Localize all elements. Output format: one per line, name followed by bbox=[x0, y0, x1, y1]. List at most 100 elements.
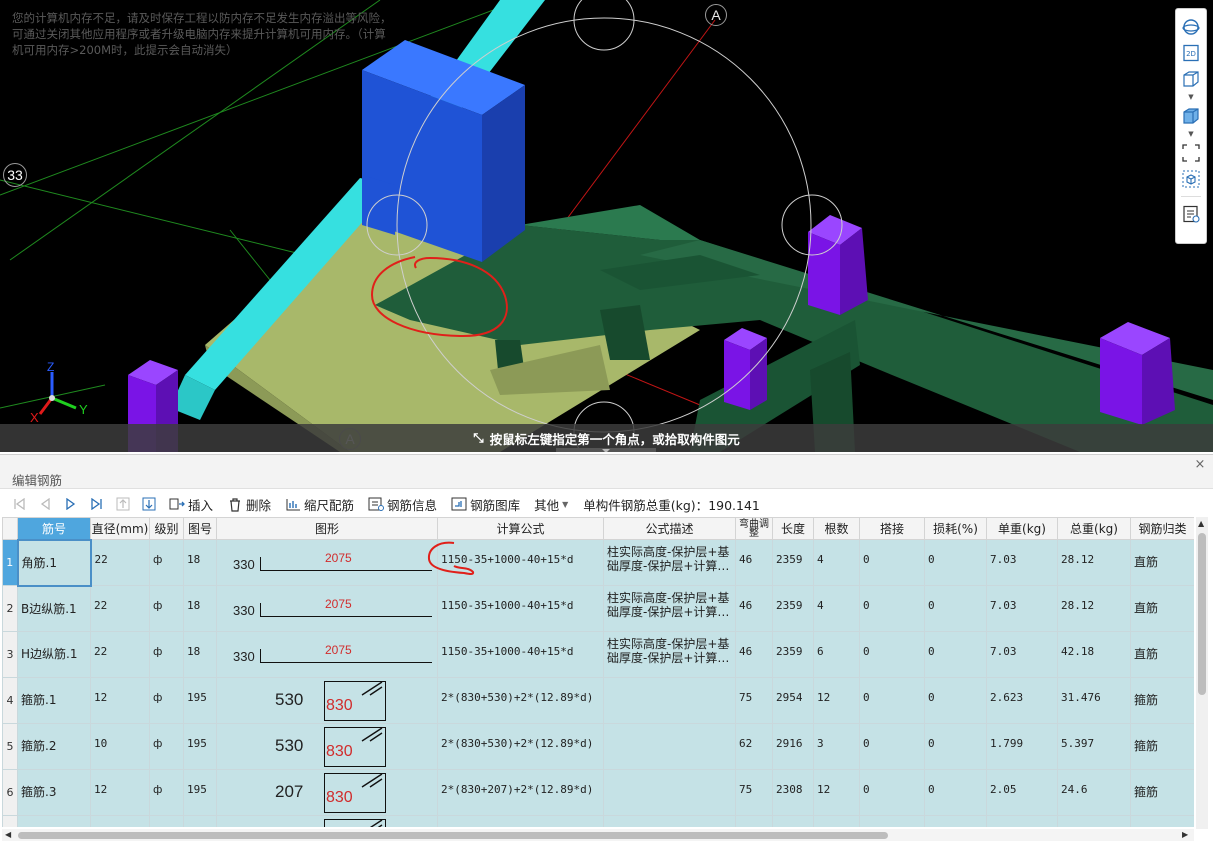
cell-grade[interactable]: ф bbox=[149, 677, 184, 724]
cell-formula[interactable]: 2*(830+207)+2*(12.89*d) bbox=[437, 769, 604, 816]
box-view-icon[interactable] bbox=[1179, 67, 1203, 91]
cell-unit-weight[interactable]: 7.03 bbox=[986, 539, 1058, 586]
cell-unit-weight[interactable]: 1.799 bbox=[986, 723, 1058, 770]
cell-total-weight[interactable]: 28.12 bbox=[1057, 585, 1131, 632]
rebar-library-button[interactable]: 钢筋图库 bbox=[446, 493, 525, 515]
column-header[interactable]: 级别 bbox=[149, 517, 184, 540]
table-row[interactable]: 3 H边纵筋.1 22 ф 18 330 2075 1150-35+1000-40+15*d 柱… bbox=[2, 631, 1194, 678]
table-cell[interactable] bbox=[986, 815, 1058, 827]
next-record-icon[interactable] bbox=[60, 493, 82, 515]
column-header[interactable]: 根数 bbox=[813, 517, 860, 540]
cell-count[interactable]: 4 bbox=[813, 539, 860, 586]
cell-bend-adjust[interactable]: 46 bbox=[735, 539, 773, 586]
table-row[interactable]: 1 角筋.1 22 ф 18 330 2075 1150-35+1000-40+15*d 柱实际… bbox=[2, 538, 1194, 587]
cell-bend-adjust[interactable]: 62 bbox=[735, 723, 773, 770]
cell-total-weight[interactable]: 42.18 bbox=[1057, 631, 1131, 678]
chevron-down-icon[interactable]: ▼ bbox=[1188, 130, 1193, 139]
cell-rebar-name[interactable]: H边纵筋.1 bbox=[17, 631, 91, 678]
table-row[interactable]: 5 箍筋.2 10 ф 195 530 830 2*(830+530)+2*(12.89*d)… bbox=[2, 723, 1194, 770]
cell-bend-adjust[interactable]: 46 bbox=[735, 585, 773, 632]
cell-rebar-name[interactable]: 箍筋.1 bbox=[17, 677, 91, 724]
close-icon[interactable]: × bbox=[1193, 457, 1207, 472]
sphere-view-icon[interactable] bbox=[1179, 15, 1203, 39]
table-cell[interactable] bbox=[183, 815, 217, 827]
cell-formula-desc[interactable]: 柱实际高度-保护层+基础厚度-保护层+计算… bbox=[603, 539, 736, 586]
cell-grade[interactable]: ф bbox=[149, 769, 184, 816]
cell-figure-no[interactable]: 18 bbox=[183, 631, 217, 678]
table-cell[interactable] bbox=[772, 815, 814, 827]
column-header[interactable]: 筋号 bbox=[17, 517, 91, 540]
table-cell[interactable] bbox=[149, 815, 184, 827]
cell-category[interactable]: 直筋 bbox=[1130, 539, 1194, 586]
cell-diameter[interactable]: 22 bbox=[90, 631, 150, 678]
cell-length[interactable]: 2359 bbox=[772, 539, 814, 586]
cell-lap[interactable]: 0 bbox=[859, 585, 925, 632]
cell-figure-no[interactable]: 18 bbox=[183, 539, 217, 586]
cell-figure-no[interactable]: 18 bbox=[183, 585, 217, 632]
cell-lap[interactable]: 0 bbox=[859, 723, 925, 770]
scale-rebar-button[interactable]: 缩尺配筋 bbox=[280, 493, 359, 515]
table-row[interactable] bbox=[2, 815, 1194, 827]
cell-count[interactable]: 6 bbox=[813, 631, 860, 678]
cell-diameter[interactable]: 22 bbox=[90, 585, 150, 632]
2d-view-icon[interactable]: 2D bbox=[1179, 41, 1203, 65]
cell-grade[interactable]: ф bbox=[149, 723, 184, 770]
table-row[interactable]: 2 B边纵筋.1 22 ф 18 330 2075 1150-35+1000-40+15*d 柱… bbox=[2, 585, 1194, 632]
3d-scene[interactable] bbox=[0, 0, 1213, 452]
delete-button[interactable]: 删除 bbox=[222, 493, 276, 515]
cube-solid-icon[interactable] bbox=[1179, 104, 1203, 128]
cell-figure-no[interactable]: 195 bbox=[183, 723, 217, 770]
table-row[interactable]: 6 箍筋.3 12 ф 195 207 830 2*(830+207)+2*(12.89*d)… bbox=[2, 769, 1194, 816]
cell-count[interactable]: 4 bbox=[813, 585, 860, 632]
other-dropdown[interactable]: 其他 ▼ bbox=[529, 493, 573, 515]
table-cell[interactable] bbox=[813, 815, 860, 827]
cell-loss[interactable]: 0 bbox=[924, 585, 987, 632]
cell-count[interactable]: 12 bbox=[813, 677, 860, 724]
cell-shape[interactable]: 530 830 bbox=[216, 723, 438, 770]
cell-category[interactable]: 直筋 bbox=[1130, 585, 1194, 632]
cell-formula-desc[interactable]: 柱实际高度-保护层+基础厚度-保护层+计算… bbox=[603, 585, 736, 632]
cell-lap[interactable]: 0 bbox=[859, 769, 925, 816]
cell-figure-no[interactable]: 195 bbox=[183, 677, 217, 724]
cell-length[interactable]: 2359 bbox=[772, 585, 814, 632]
cell-category[interactable]: 箍筋 bbox=[1130, 677, 1194, 724]
cell-grade[interactable]: ф bbox=[149, 585, 184, 632]
table-row[interactable]: 4 箍筋.1 12 ф 195 530 830 2*(830+530)+2*(12.89*d)… bbox=[2, 677, 1194, 724]
cell-formula-desc[interactable] bbox=[603, 769, 736, 816]
table-cell[interactable] bbox=[603, 815, 736, 827]
cell-unit-weight[interactable]: 7.03 bbox=[986, 631, 1058, 678]
cell-length[interactable]: 2954 bbox=[772, 677, 814, 724]
cell-bend-adjust[interactable]: 75 bbox=[735, 677, 773, 724]
cell-rebar-name[interactable]: 角筋.1 bbox=[16, 538, 92, 587]
move-down-icon[interactable] bbox=[138, 493, 160, 515]
table-cell[interactable] bbox=[1057, 815, 1131, 827]
table-cell[interactable] bbox=[216, 815, 438, 827]
table-cell[interactable] bbox=[437, 815, 604, 827]
cell-bend-adjust[interactable]: 75 bbox=[735, 769, 773, 816]
cell-loss[interactable]: 0 bbox=[924, 723, 987, 770]
cell-unit-weight[interactable]: 7.03 bbox=[986, 585, 1058, 632]
column-header[interactable]: 弯曲调整 bbox=[735, 517, 773, 540]
cell-diameter[interactable]: 12 bbox=[90, 769, 150, 816]
cell-formula[interactable]: 2*(830+530)+2*(12.89*d) bbox=[437, 677, 604, 724]
cell-loss[interactable]: 0 bbox=[924, 631, 987, 678]
cell-category[interactable]: 直筋 bbox=[1130, 631, 1194, 678]
previous-record-icon[interactable] bbox=[34, 493, 56, 515]
column-header[interactable]: 计算公式 bbox=[437, 517, 604, 540]
vertical-scrollbar[interactable]: ▲ bbox=[1196, 517, 1208, 829]
column-header[interactable]: 长度 bbox=[772, 517, 814, 540]
horizontal-scrollbar[interactable]: ◀ ▶ bbox=[2, 829, 1194, 841]
cell-length[interactable]: 2359 bbox=[772, 631, 814, 678]
column-header[interactable]: 单重(kg) bbox=[986, 517, 1058, 540]
cell-formula[interactable]: 2*(830+530)+2*(12.89*d) bbox=[437, 723, 604, 770]
property-list-icon[interactable] bbox=[1179, 202, 1203, 226]
cell-total-weight[interactable]: 31.476 bbox=[1057, 677, 1131, 724]
column-header[interactable]: 公式描述 bbox=[603, 517, 736, 540]
rebar-info-button[interactable]: 钢筋信息 bbox=[363, 493, 442, 515]
cell-formula[interactable]: 1150-35+1000-40+15*d bbox=[437, 631, 604, 678]
insert-button[interactable]: 插入 bbox=[164, 493, 218, 515]
cell-diameter[interactable]: 22 bbox=[90, 539, 150, 586]
table-cell[interactable] bbox=[735, 815, 773, 827]
cell-lap[interactable]: 0 bbox=[859, 677, 925, 724]
cell-shape[interactable]: 530 830 bbox=[216, 677, 438, 724]
